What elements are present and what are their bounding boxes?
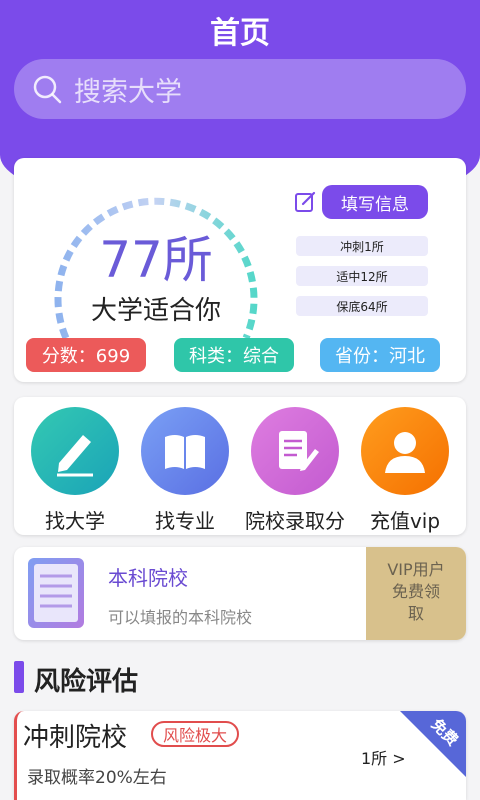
- find-university-label: 找大学: [45, 509, 105, 533]
- quick-actions: 找大学 找专业 院校录取分 充值vip: [14, 397, 466, 535]
- edit-icon[interactable]: [294, 191, 316, 213]
- fill-info-button[interactable]: 填写信息: [322, 185, 428, 219]
- pencil-icon: [31, 407, 119, 495]
- vip-line-1: VIP用户: [387, 560, 445, 579]
- vip-free-claim-button[interactable]: VIP用户 免费领 取: [366, 547, 466, 640]
- risk-item-reach[interactable]: 冲刺院校 风险极大 1所 > 录取概率20%左右 免费: [14, 711, 466, 800]
- match-label: 大学适合你: [90, 296, 221, 326]
- risk-item-title: 冲刺院校: [23, 723, 128, 753]
- undergraduate-schools-card[interactable]: 本科院校 可以填报的本科院校 VIP用户 免费领 取: [14, 547, 466, 640]
- schools-subtitle: 可以填报的本科院校: [108, 608, 253, 627]
- risk-item-probability: 录取概率20%左右: [27, 768, 167, 788]
- risk-item-count[interactable]: 1所 >: [361, 745, 406, 769]
- vip-line-2: 免费领: [391, 582, 440, 601]
- find-major-label: 找专业: [155, 509, 215, 533]
- vip-line-3: 取: [407, 604, 424, 623]
- page-title: 首页: [210, 16, 270, 51]
- search-bar[interactable]: 搜索大学: [14, 59, 466, 119]
- document-pen-icon: [251, 407, 339, 495]
- admission-scores-label: 院校录取分: [245, 509, 345, 533]
- province-badge: 省份：河北: [320, 338, 440, 372]
- admission-scores-button[interactable]: 院校录取分: [240, 407, 350, 534]
- recharge-vip-button[interactable]: 充值vip: [350, 407, 460, 534]
- score-badge: 分数：699: [26, 338, 146, 372]
- risk-level-badge: 风险极大: [151, 721, 240, 747]
- match-count: 77所: [99, 231, 213, 289]
- tier-safe[interactable]: 保底64所: [296, 296, 428, 316]
- tier-match[interactable]: 适中12所: [296, 266, 428, 286]
- risk-section-title: 风险评估: [34, 667, 139, 697]
- find-major-button[interactable]: 找专业: [130, 407, 240, 534]
- search-input[interactable]: 搜索大学: [74, 70, 182, 109]
- search-icon: [33, 75, 62, 104]
- book-icon: [141, 407, 229, 495]
- free-ribbon: 免费: [400, 711, 466, 777]
- section-accent-bar: [14, 661, 24, 693]
- recharge-vip-label: 充值vip: [369, 509, 441, 533]
- subject-badge: 科类：综合: [174, 338, 294, 372]
- schools-title: 本科院校: [108, 566, 188, 590]
- tier-reach[interactable]: 冲刺1所: [296, 236, 428, 256]
- find-university-button[interactable]: 找大学: [20, 407, 130, 534]
- summary-card: 77所 大学适合你 填写信息 冲刺1所 适中12所 保底64所 分数：699 科…: [14, 158, 466, 382]
- user-icon: [361, 407, 449, 495]
- document-icon: [28, 558, 84, 628]
